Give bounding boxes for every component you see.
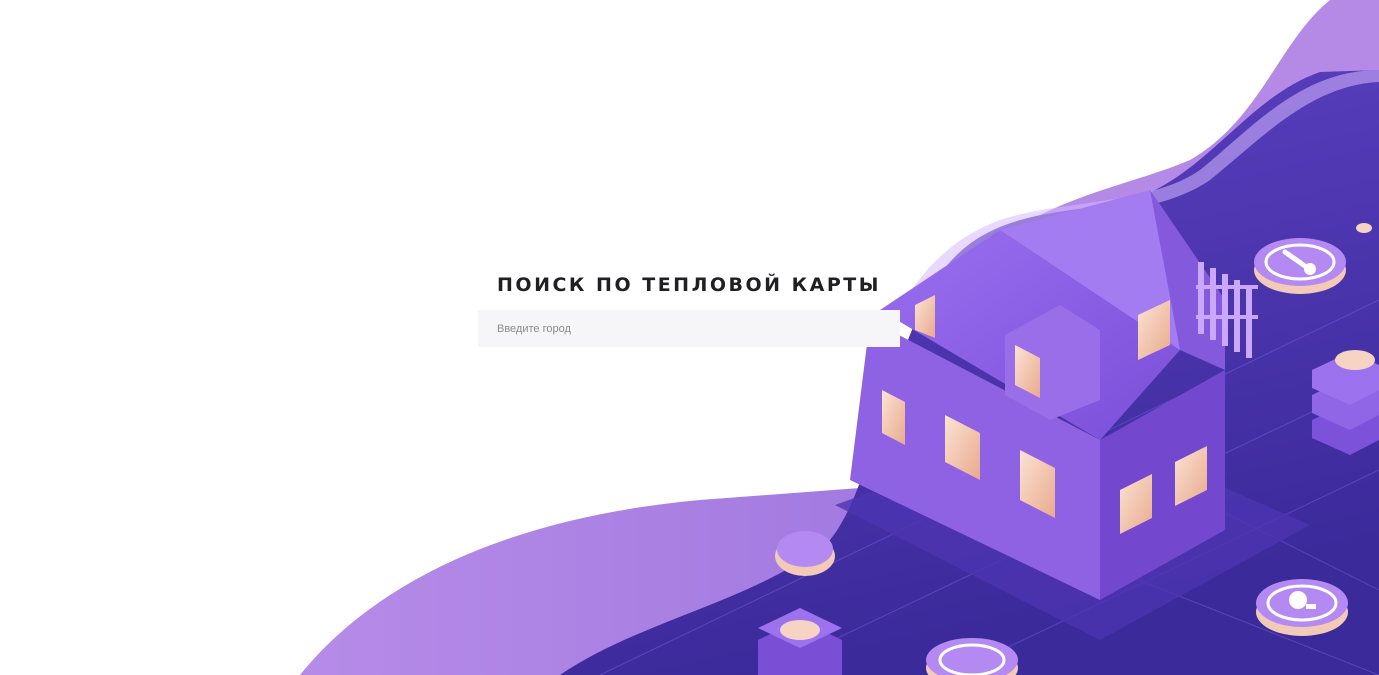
city-search-input[interactable] xyxy=(478,310,900,347)
small-dot xyxy=(1356,223,1372,233)
stack-blocks-right xyxy=(1312,350,1379,455)
thermometer-icon xyxy=(1254,238,1346,294)
lightbulb-icon xyxy=(1256,579,1348,636)
search-block: ПОИСК ПО ТЕПЛОВОЙ КАРТЫ xyxy=(478,270,900,347)
page-title: ПОИСК ПО ТЕПЛОВОЙ КАРТЫ xyxy=(497,274,881,296)
page: ПОИСК ПО ТЕПЛОВОЙ КАРТЫ xyxy=(0,0,1379,675)
partial-disc xyxy=(775,531,835,576)
